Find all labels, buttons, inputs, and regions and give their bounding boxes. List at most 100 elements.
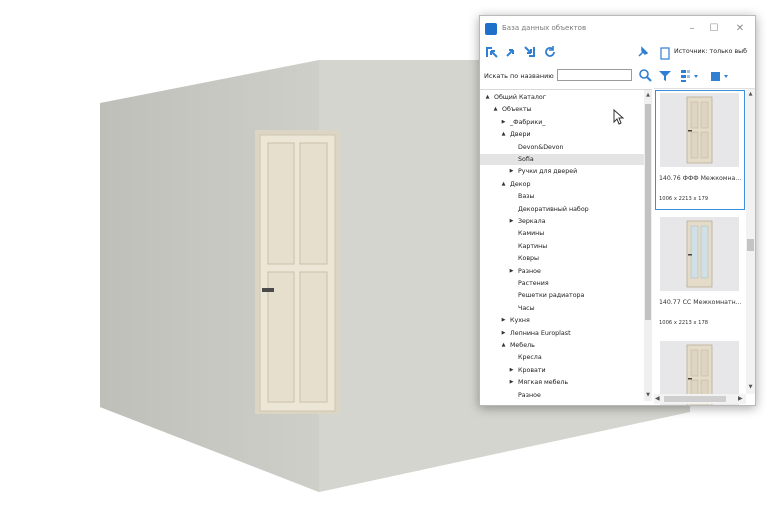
tree-item-label: Растения [518, 280, 549, 287]
tree-item[interactable]: ▶ Лепнина Europlast [480, 328, 644, 339]
tree-item-label: Кухня [510, 317, 530, 325]
tree-item-label: Мягкая мебель [518, 379, 569, 387]
tree-item[interactable]: Камины [480, 228, 644, 239]
expand-all-icon[interactable] [485, 45, 499, 59]
scroll-left-icon[interactable]: ◀ [655, 395, 660, 402]
object-card[interactable]: 140.77 СС Межкомнатн... 1006 x 2213 x 178 [656, 215, 744, 333]
title-bar[interactable]: База данных объектов – ☐ ✕ [480, 16, 755, 42]
scroll-right-icon[interactable]: ▶ [738, 395, 743, 402]
view-mode-icon[interactable] [710, 69, 732, 83]
object-card-size: 1006 x 2213 x 178 [659, 320, 709, 326]
preview-pane: Источник: только выб 140.76 ФФФ Межкомна… [654, 42, 755, 405]
tree-item[interactable]: ▲ Мебель [480, 340, 644, 351]
expanded-arrow-icon[interactable]: ▲ [484, 92, 491, 103]
object-database-window[interactable]: База данных объектов – ☐ ✕ Искать по наз… [479, 15, 756, 406]
collapsed-arrow-icon[interactable]: ▶ [500, 315, 507, 326]
preview-hscrollbar[interactable]: ◀ ▶ [654, 394, 746, 404]
search-icon[interactable] [638, 68, 652, 82]
search-input[interactable] [557, 69, 632, 81]
maximize-icon[interactable]: ☐ [706, 22, 722, 36]
tree-item[interactable]: ▶ Ручки для дверей [480, 166, 644, 177]
door-thumbnail [660, 217, 739, 291]
expanded-arrow-icon[interactable]: ▲ [500, 340, 507, 351]
tree-item[interactable]: ▲ Двери [480, 129, 644, 140]
filter-icon[interactable] [659, 70, 671, 82]
collapsed-arrow-icon[interactable]: ▶ [508, 365, 515, 376]
catalog-tree[interactable]: ▲ Общий Каталог ▲ Объекты ▶ _Фабрики_ ▲ Двери De… [480, 90, 644, 401]
tree-item[interactable]: ▶ Мягкая мебель [480, 377, 644, 388]
tree-item-label: _Фабрики_ [510, 118, 546, 126]
tree-item-label: Часы [518, 304, 535, 312]
window-title: База данных объектов [502, 24, 587, 32]
catalog-scrollbar[interactable]: ▲ ▼ [644, 90, 652, 401]
tree-item[interactable]: Ковры [480, 253, 644, 264]
collapsed-arrow-icon[interactable]: ▶ [508, 216, 515, 227]
tree-item-label: Картины [518, 242, 548, 250]
tree-item-label: Кровати [518, 366, 546, 374]
collapse-all-icon[interactable] [523, 45, 537, 59]
tree-item-label: Решетки радиатора [518, 292, 585, 300]
tree-item-label: Ковры [518, 255, 540, 263]
tree-item[interactable]: Часы [480, 303, 644, 314]
mouse-cursor-icon [613, 109, 625, 125]
preview-list[interactable]: 140.76 ФФФ Межкомна... 1006 x 2213 x 179 1… [654, 89, 746, 405]
tree-item-label: Ручки для дверей [518, 168, 578, 176]
tree-item[interactable]: Картины [480, 241, 644, 252]
tree-item-label: Общий Каталог [494, 94, 546, 101]
tree-item-label: Кресла [518, 354, 542, 362]
preview-scroll-up-icon[interactable]: ▲ [746, 90, 755, 98]
tree-item[interactable]: Растения [480, 278, 644, 289]
tree-item-label: Вазы [518, 193, 535, 201]
tree-item[interactable]: Решетки радиатора [480, 290, 644, 301]
scroll-down-icon[interactable]: ▼ [644, 391, 652, 399]
collapsed-arrow-icon[interactable]: ▶ [500, 328, 507, 339]
preview-scroll-down-icon[interactable]: ▼ [746, 383, 755, 391]
expanded-arrow-icon[interactable]: ▲ [492, 104, 499, 115]
preview-vscrollbar[interactable]: ▲ ▼ [746, 89, 755, 394]
door-thumbnail [660, 93, 739, 167]
object-card-title: 140.76 ФФФ Межкомна... [659, 175, 742, 182]
tree-item[interactable]: Кресла [480, 352, 644, 363]
tree-item[interactable]: Devon&Devon [480, 142, 644, 153]
preview-scroll-thumb[interactable] [747, 239, 754, 251]
tree-item-label: Декор [510, 180, 531, 188]
tree-item[interactable]: Вазы [480, 191, 644, 202]
catalog-toolbar [480, 42, 652, 62]
tree-item[interactable]: ▶ Зеркала [480, 216, 644, 227]
refresh-icon[interactable] [543, 45, 557, 59]
collapsed-arrow-icon[interactable]: ▶ [500, 117, 507, 128]
collapse-icon[interactable] [504, 45, 518, 59]
tree-item[interactable]: ▲ Декор [480, 179, 644, 190]
tree-item[interactable]: ▲ Общий Каталог [480, 92, 644, 103]
preview-hscroll-thumb[interactable] [664, 396, 726, 402]
tree-item-label: Разное [518, 391, 541, 399]
tree-item[interactable]: ▶ Кухня [480, 315, 644, 326]
close-icon[interactable]: ✕ [732, 22, 748, 36]
tree-item[interactable]: Разное [480, 390, 644, 401]
page-icon[interactable] [660, 47, 670, 60]
expanded-arrow-icon[interactable]: ▲ [500, 179, 507, 190]
tree-item[interactable]: ▶ Разное [480, 266, 644, 277]
tree-item-label: Devon&Devon [518, 143, 564, 151]
tree-item[interactable]: Sofia [480, 154, 644, 165]
tree-item[interactable]: ▶ Кровати [480, 365, 644, 376]
minimize-icon[interactable]: – [684, 22, 700, 36]
tree-item[interactable]: Декоративный набор [480, 204, 644, 215]
tree-item-label: Зеркала [518, 218, 546, 225]
object-card-size: 1006 x 2213 x 179 [659, 196, 709, 202]
object-card[interactable]: 140.76 ФФФ Межкомна... 1006 x 2213 x 179 [655, 90, 745, 210]
collapsed-arrow-icon[interactable]: ▶ [508, 377, 515, 388]
expanded-arrow-icon[interactable]: ▲ [500, 129, 507, 140]
app-icon [485, 23, 497, 35]
source-label: Источник: только выб [674, 48, 748, 55]
tree-item-label: Разное [518, 267, 541, 275]
tree-item-label: Двери [510, 131, 531, 139]
collapsed-arrow-icon[interactable]: ▶ [508, 266, 515, 277]
preview-toolbar [654, 64, 755, 89]
collapsed-arrow-icon[interactable]: ▶ [508, 166, 515, 177]
sort-icon[interactable] [680, 69, 700, 83]
scroll-up-icon[interactable]: ▲ [644, 91, 652, 99]
pin-icon[interactable] [636, 45, 650, 59]
catalog-scroll-thumb[interactable] [645, 104, 651, 320]
door[interactable] [255, 130, 340, 414]
